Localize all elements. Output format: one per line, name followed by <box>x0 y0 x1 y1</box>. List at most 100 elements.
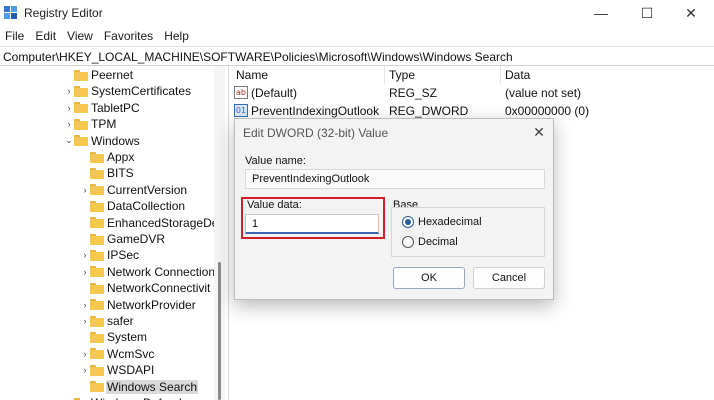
radio-button[interactable] <box>402 216 414 228</box>
folder-icon <box>74 102 88 114</box>
column-header-name[interactable]: Name <box>236 68 268 82</box>
folder-icon <box>90 299 104 311</box>
folder-icon <box>90 381 104 393</box>
value-data: (value not set) <box>505 86 582 100</box>
tree-scrollbar[interactable] <box>214 66 225 400</box>
value-name: PreventIndexingOutlook <box>251 104 380 118</box>
chevron-right-icon <box>80 232 90 246</box>
value-type: REG_DWORD <box>389 104 469 118</box>
tree-item[interactable]: Appx <box>80 149 135 165</box>
tree-item-label: CurrentVersion <box>107 182 188 197</box>
folder-icon <box>74 69 88 81</box>
chevron-right-icon[interactable]: › <box>80 363 90 377</box>
value-data-input[interactable]: 1 <box>245 214 379 234</box>
menu-file[interactable]: File <box>0 26 30 46</box>
value-data-label: Value data: <box>247 199 302 211</box>
chevron-right-icon[interactable]: › <box>80 183 90 197</box>
folder-icon <box>74 85 88 97</box>
radio-label: Hexadecimal <box>418 216 482 228</box>
address-path: Computer\HKEY_LOCAL_MACHINE\SOFTWARE\Pol… <box>3 50 513 64</box>
close-window-button[interactable]: ✕ <box>668 0 714 26</box>
chevron-right-icon <box>64 68 74 82</box>
address-bar[interactable]: Computer\HKEY_LOCAL_MACHINE\SOFTWARE\Pol… <box>0 46 714 66</box>
ok-button[interactable]: OK <box>393 267 465 289</box>
chevron-right-icon[interactable]: › <box>64 101 74 115</box>
chevron-down-icon[interactable]: ⌄ <box>64 134 74 148</box>
tree-item[interactable]: DataCollection <box>80 198 186 214</box>
column-header-type[interactable]: Type <box>389 68 415 82</box>
tree-item[interactable]: › WSDAPI <box>80 362 155 378</box>
tree-item[interactable]: BITS <box>80 165 135 181</box>
chevron-right-icon[interactable]: › <box>80 265 90 279</box>
tree-item-label: Windows Search <box>106 379 199 394</box>
menu-favorites[interactable]: Favorites <box>99 26 159 46</box>
tree-item-label: EnhancedStorageDe <box>107 215 219 230</box>
tree-item-label: SystemCertificates <box>91 84 192 99</box>
menu-edit[interactable]: Edit <box>30 26 62 46</box>
value-data: 0x00000000 (0) <box>505 104 590 118</box>
tree-item[interactable]: ⌄ Windows <box>64 133 141 149</box>
registry-editor-icon <box>4 6 17 19</box>
radio-decimal[interactable]: Decimal <box>402 236 458 248</box>
tree-item[interactable]: EnhancedStorageDe <box>80 215 219 231</box>
maximize-button[interactable]: ☐ <box>624 0 670 26</box>
dword-value-icon: 01 <box>234 104 248 117</box>
chevron-right-icon[interactable]: › <box>64 84 74 98</box>
folder-icon <box>90 200 104 212</box>
menu-bar: File Edit View Favorites Help <box>0 26 714 46</box>
column-header-data[interactable]: Data <box>505 68 530 82</box>
title-bar: Registry Editor — ☐ ✕ <box>0 0 714 26</box>
chevron-right-icon[interactable]: › <box>64 117 74 131</box>
folder-icon <box>90 151 104 163</box>
tree-item[interactable]: GameDVR <box>80 231 166 247</box>
menu-help[interactable]: Help <box>159 26 195 46</box>
chevron-right-icon[interactable]: › <box>64 396 74 400</box>
chevron-right-icon[interactable]: › <box>80 347 90 361</box>
folder-icon <box>90 184 104 196</box>
tree-item[interactable]: Windows Search <box>80 379 199 395</box>
chevron-right-icon <box>80 216 90 230</box>
tree-item[interactable]: › TabletPC <box>64 100 141 116</box>
tree-item[interactable]: › safer <box>80 313 135 329</box>
value-type: REG_SZ <box>389 86 438 100</box>
tree-item[interactable]: › Windows Defend <box>64 395 183 400</box>
value-row[interactable]: ab (Default) REG_SZ (value not set) <box>230 84 714 102</box>
chevron-right-icon[interactable]: › <box>80 298 90 312</box>
tree-item[interactable]: › IPSec <box>80 247 140 263</box>
tree-item[interactable]: › CurrentVersion <box>80 182 188 198</box>
dialog-close-button[interactable]: ✕ <box>527 121 551 143</box>
tree-item[interactable]: System <box>80 329 148 345</box>
tree-item-label: TabletPC <box>91 100 140 115</box>
tree-item[interactable]: › SystemCertificates <box>64 83 192 99</box>
chevron-right-icon <box>80 150 90 164</box>
folder-icon <box>90 331 104 343</box>
tree-item-label: TPM <box>91 117 117 132</box>
cancel-button[interactable]: Cancel <box>473 267 545 289</box>
minimize-button[interactable]: — <box>578 0 624 26</box>
tree-item[interactable]: › WcmSvc <box>80 346 155 362</box>
tree-item-label: Network Connection <box>107 264 216 279</box>
tree-item-label: DataCollection <box>107 199 186 214</box>
tree-item-label: NetworkConnectivit <box>107 281 211 296</box>
tree-scrollbar-thumb[interactable] <box>218 262 221 400</box>
tree-item[interactable]: › Network Connection <box>80 264 216 280</box>
column-divider[interactable] <box>500 66 501 84</box>
tree-item-label: WcmSvc <box>107 346 155 361</box>
folder-icon <box>90 315 104 327</box>
tree-item[interactable]: Peernet <box>64 67 134 83</box>
radio-button[interactable] <box>402 236 414 248</box>
key-tree: Peernet › SystemCertificates › TabletPC › TPM ⌄… <box>0 66 226 400</box>
chevron-right-icon[interactable]: › <box>80 314 90 328</box>
tree-item-label: Windows <box>91 133 140 148</box>
radio-hexadecimal[interactable]: Hexadecimal <box>402 216 482 228</box>
menu-view[interactable]: View <box>62 26 99 46</box>
tree-item[interactable]: NetworkConnectivit <box>80 280 211 296</box>
tree-item[interactable]: › TPM <box>64 116 117 132</box>
chevron-right-icon <box>80 281 90 295</box>
chevron-right-icon[interactable]: › <box>80 248 90 262</box>
tree-item[interactable]: › NetworkProvider <box>80 297 197 313</box>
tree-item-label: Appx <box>107 150 135 164</box>
value-name-field[interactable]: PreventIndexingOutlook <box>245 169 545 189</box>
column-divider[interactable] <box>384 66 385 84</box>
pane-splitter[interactable] <box>228 66 229 400</box>
